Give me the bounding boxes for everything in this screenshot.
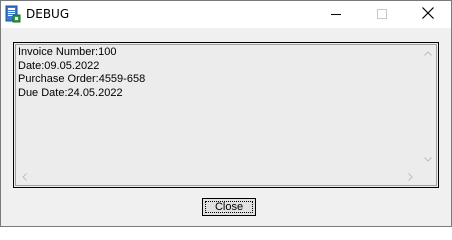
app-document-icon (5, 5, 21, 23)
window-title: DEBUG (26, 7, 70, 21)
debug-window: DEBUG Invoice Number:100 Date:09.05.2022… (0, 0, 452, 227)
close-window-button[interactable] (405, 1, 451, 28)
close-button-label: Close (214, 201, 244, 213)
close-button[interactable]: Close (202, 198, 256, 216)
horizontal-scrollbar[interactable] (16, 168, 419, 185)
memo-frame: Invoice Number:100 Date:09.05.2022 Purch… (15, 44, 437, 186)
maximize-icon (377, 6, 387, 24)
scroll-down-icon[interactable] (419, 151, 436, 168)
maximize-button[interactable] (359, 1, 405, 28)
scroll-left-icon[interactable] (16, 168, 33, 185)
scroll-up-icon[interactable] (419, 45, 436, 62)
title-bar[interactable]: DEBUG (1, 1, 451, 28)
minimize-button[interactable] (313, 1, 359, 28)
debug-memo[interactable]: Invoice Number:100 Date:09.05.2022 Purch… (13, 42, 439, 188)
close-icon (422, 6, 434, 24)
memo-line: Invoice Number:100 (18, 46, 117, 58)
scroll-right-icon[interactable] (402, 168, 419, 185)
memo-text[interactable]: Invoice Number:100 Date:09.05.2022 Purch… (18, 46, 145, 100)
minimize-icon (331, 6, 341, 24)
vertical-scrollbar[interactable] (419, 45, 436, 168)
memo-line: Date:09.05.2022 (18, 59, 100, 72)
memo-line: Due Date:24.05.2022 (18, 86, 123, 99)
memo-line: Purchase Order:4559-658 (18, 73, 146, 85)
